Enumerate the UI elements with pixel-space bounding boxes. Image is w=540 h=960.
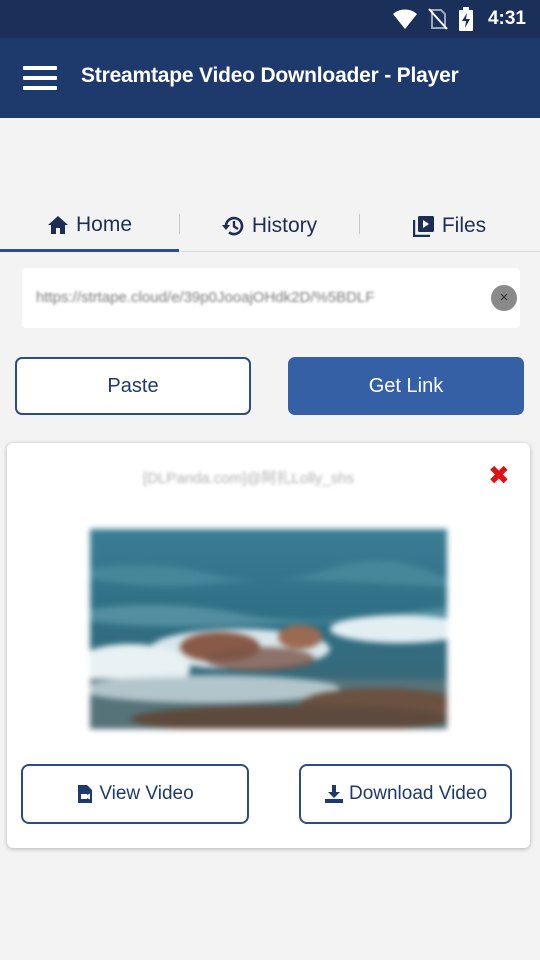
video-library-icon: [412, 216, 434, 237]
tab-files-label: Files: [441, 214, 487, 237]
app-bar: Streamtape Video Downloader - Player: [0, 38, 540, 118]
view-video-label: View Video: [99, 783, 194, 804]
tab-files[interactable]: Files: [359, 200, 540, 252]
video-title: [DLPanda.com]@阿扎Lolly_shs: [142, 470, 355, 487]
paste-button[interactable]: Paste: [15, 357, 251, 415]
view-video-button[interactable]: View Video: [21, 764, 249, 824]
get-link-button[interactable]: Get Link: [288, 357, 524, 415]
download-icon: [324, 785, 343, 803]
wifi-icon: [392, 9, 417, 29]
download-video-button[interactable]: Download Video: [299, 764, 512, 824]
status-time: 4:31: [487, 8, 526, 29]
tab-history[interactable]: History: [179, 200, 359, 252]
tab-history-label: History: [251, 214, 318, 237]
download-video-label: Download Video: [348, 783, 488, 804]
history-icon: [221, 216, 244, 236]
video-card: [DLPanda.com]@阿扎Lolly_shs ✖ View Video D…: [7, 443, 530, 848]
remove-video-icon[interactable]: ✖: [488, 461, 510, 489]
tab-bar: Home History Files: [0, 200, 540, 252]
clear-input-button[interactable]: ×: [491, 285, 517, 311]
url-input-container: https://strtape.cloud/e/39p0JooajOHdk2D/…: [22, 268, 520, 328]
hamburger-menu-icon[interactable]: [20, 64, 60, 92]
tab-home[interactable]: Home: [0, 200, 179, 252]
close-icon: ×: [499, 289, 509, 306]
status-icons: 4:31: [392, 0, 526, 38]
home-icon: [47, 215, 68, 234]
app-title: Streamtape Video Downloader - Player: [81, 64, 459, 87]
url-input[interactable]: https://strtape.cloud/e/39p0JooajOHdk2D/…: [36, 284, 480, 312]
video-thumbnail: [90, 529, 447, 729]
battery-charging-icon: [458, 7, 473, 31]
tab-home-label: Home: [75, 212, 133, 236]
video-file-icon: [78, 785, 93, 803]
no-sim-icon: [428, 8, 448, 30]
status-bar: 4:31: [0, 0, 540, 38]
